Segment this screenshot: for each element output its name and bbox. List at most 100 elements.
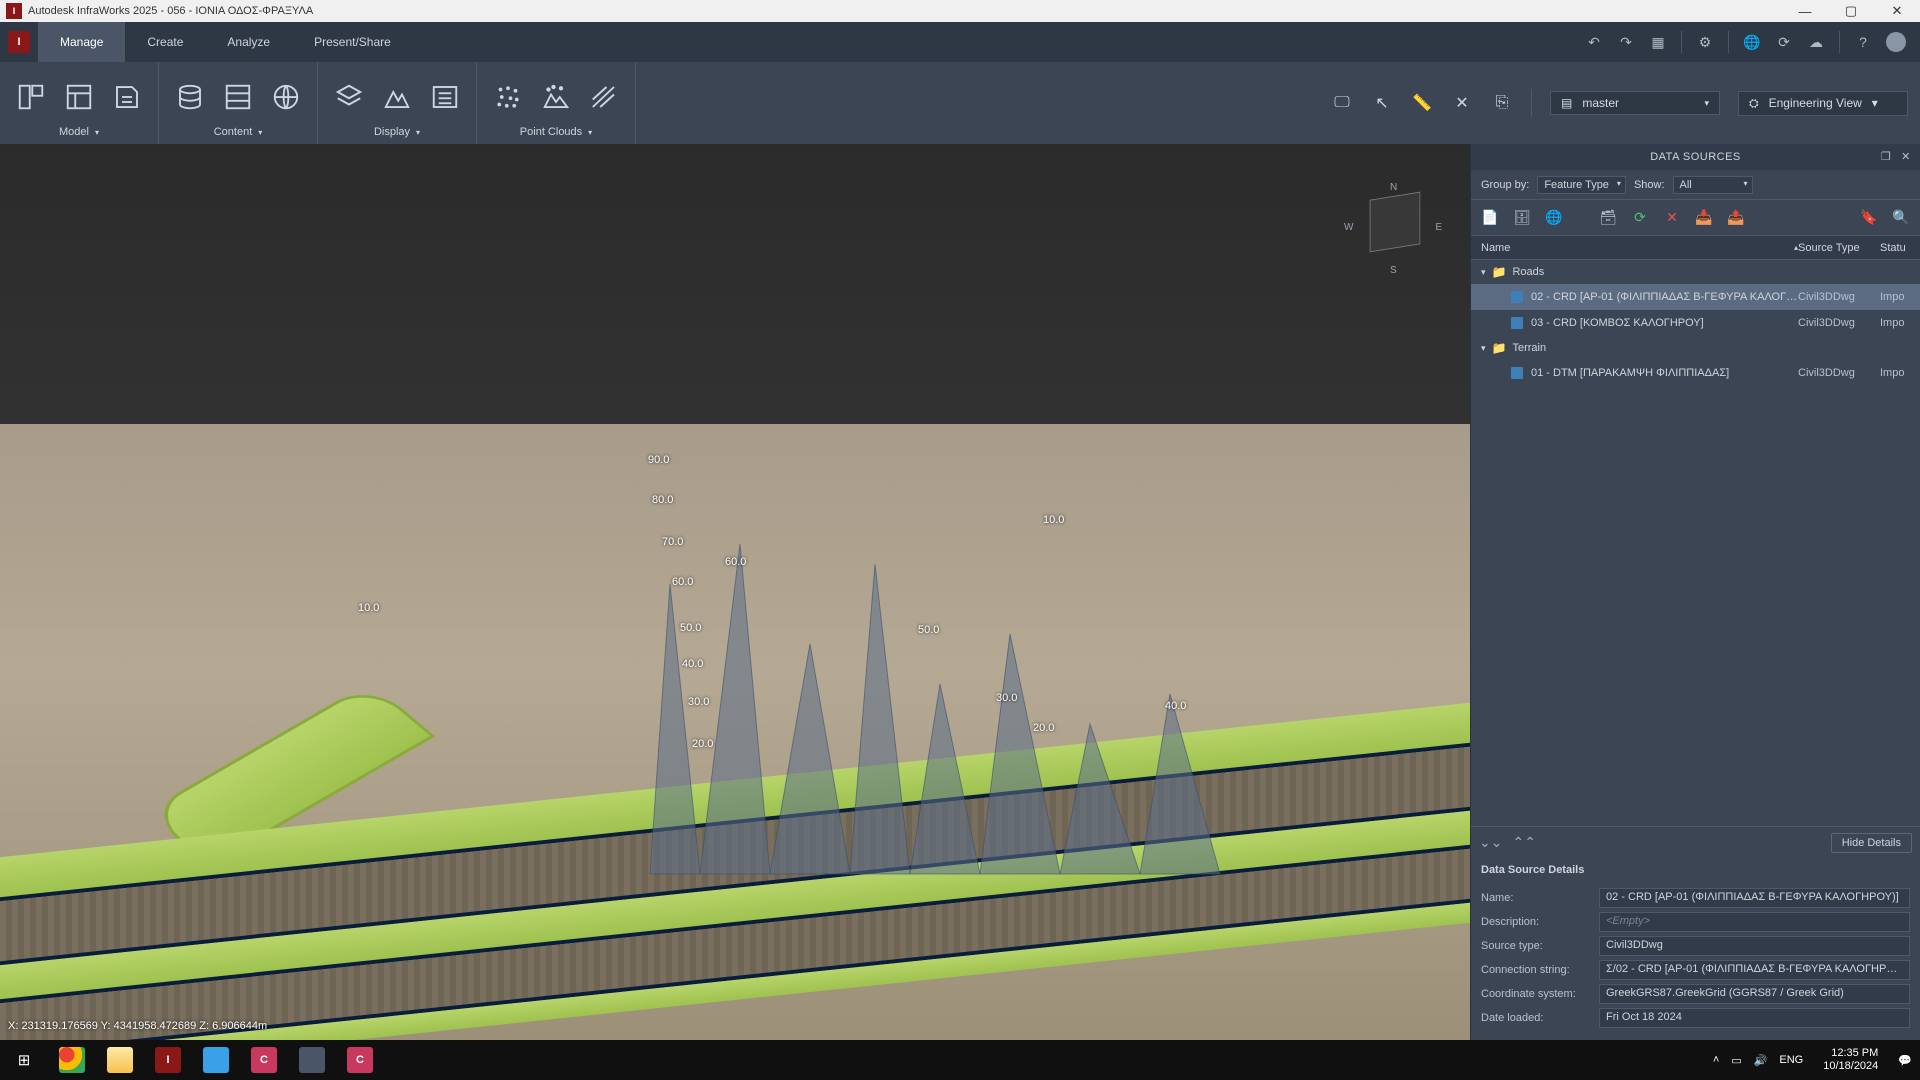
tab-create[interactable]: Create [125, 22, 205, 62]
model-builder-icon[interactable] [269, 80, 303, 114]
tray-network-icon[interactable]: ▭ [1731, 1054, 1741, 1067]
zoom-to-icon[interactable]: 🔍 [1890, 207, 1912, 229]
undo-icon[interactable]: ↶ [1585, 33, 1603, 51]
contour-label: 60.0 [725, 556, 746, 568]
view-mode-dropdown[interactable]: ⛭ Engineering View ▾ [1738, 91, 1908, 116]
feature-themes-icon[interactable] [221, 80, 255, 114]
ribbon-label-model[interactable]: Model▾ [59, 126, 99, 140]
display-mode-icon[interactable]: 🖵 [1331, 92, 1353, 114]
separator [1839, 31, 1840, 53]
window-titlebar: I Autodesk InfraWorks 2025 - 056 - ΙΟΝΙΑ… [0, 0, 1920, 22]
detail-name-value[interactable]: 02 - CRD [AP-01 (ΦΙΛΙΠΠΙΑΔΑΣ Β-ΓΕΦΥΡΑ ΚΑ… [1599, 888, 1910, 908]
add-database-icon[interactable]: 🗄 [1511, 207, 1533, 229]
view-cube[interactable]: N S E W [1350, 184, 1440, 274]
bookmarks-icon[interactable]: ⎘ [1491, 92, 1513, 114]
panel-maximize-button[interactable]: ❐ [1878, 148, 1894, 164]
window-maximize-button[interactable]: ▢ [1828, 0, 1874, 22]
row-status: Impo [1880, 291, 1920, 303]
detail-description-value[interactable]: <Empty> [1599, 912, 1910, 932]
hide-details-button[interactable]: Hide Details [1831, 833, 1912, 853]
tray-date: 10/18/2024 [1823, 1060, 1878, 1073]
data-sources-icon[interactable] [173, 80, 207, 114]
select-tool-icon[interactable]: ↖ [1371, 92, 1393, 114]
taskbar-infraworks[interactable]: I [144, 1040, 192, 1080]
cloud-icon[interactable]: ☁ [1807, 33, 1825, 51]
grid-icon[interactable]: ▦ [1649, 33, 1667, 51]
model-explorer-icon[interactable] [62, 80, 96, 114]
panel-filters: Group by: Feature Type Show: All [1471, 170, 1920, 200]
tree-row-02-crd[interactable]: 02 - CRD [AP-01 (ΦΙΛΙΠΠΙΑΔΑΣ Β-ΓΕΦΥΡΑ ΚΑ… [1471, 284, 1920, 310]
compass-w: W [1344, 222, 1353, 233]
tab-present-share[interactable]: Present/Share [292, 22, 413, 62]
panel-close-button[interactable]: ✕ [1898, 148, 1914, 164]
compass-s: S [1390, 265, 1397, 276]
legend-icon[interactable] [428, 80, 462, 114]
refresh-icon[interactable]: ⟳ [1629, 207, 1651, 229]
taskbar-notepad[interactable] [192, 1040, 240, 1080]
taskbar-calculator[interactable] [288, 1040, 336, 1080]
terrain-themes-icon[interactable] [380, 80, 414, 114]
tree-row-03-crd[interactable]: 03 - CRD [ΚΟΜΒΟΣ ΚΑΛΟΓΗΡΟΥ] Civil3DDwg I… [1471, 310, 1920, 336]
contour-label: 30.0 [688, 696, 709, 708]
tree-group-roads[interactable]: ▾📁Roads [1471, 260, 1920, 284]
tray-notifications-icon[interactable]: 💬 [1898, 1054, 1912, 1067]
contour-label: 20.0 [1033, 722, 1054, 734]
scripts-icon[interactable] [110, 80, 144, 114]
tab-manage[interactable]: Manage [38, 22, 125, 62]
taskbar-civil3d-2[interactable]: C [336, 1040, 384, 1080]
model-properties-icon[interactable] [14, 80, 48, 114]
pc-linear-icon[interactable] [587, 80, 621, 114]
tray-clock[interactable]: 12:35 PM 10/18/2024 [1815, 1047, 1886, 1073]
pc-manage-icon[interactable] [491, 80, 525, 114]
configure-icon[interactable]: 🗃 [1597, 207, 1619, 229]
help-icon[interactable]: ? [1854, 33, 1872, 51]
measure-icon[interactable]: 📏 [1411, 92, 1433, 114]
pc-terrain-icon[interactable] [539, 80, 573, 114]
col-status[interactable]: Statu [1880, 242, 1920, 254]
tree-row-01-dtm[interactable]: 01 - DTM [ΠΑΡΑΚΑΜΨΗ ΦΙΛΙΠΠΙΑΔΑΣ] Civil3D… [1471, 360, 1920, 386]
col-name[interactable]: Name [1481, 242, 1510, 254]
contour-label: 40.0 [1165, 700, 1186, 712]
tab-analyze[interactable]: Analyze [205, 22, 292, 62]
taskbar-chrome[interactable] [48, 1040, 96, 1080]
detail-key: Date loaded: [1481, 1012, 1591, 1024]
add-file-icon[interactable]: 📄 [1479, 207, 1501, 229]
start-button[interactable]: ⊞ [0, 1040, 48, 1080]
col-source-type[interactable]: Source Type [1798, 242, 1880, 254]
remove-icon[interactable]: ✕ [1661, 207, 1683, 229]
ribbon-label-pointclouds[interactable]: Point Clouds▾ [520, 126, 592, 140]
viewport-3d[interactable]: 90.0 80.0 70.0 60.0 60.0 50.0 50.0 40.0 … [0, 144, 1470, 1040]
import-icon[interactable]: 📥 [1693, 207, 1715, 229]
tools-icon[interactable]: ✕ [1451, 92, 1473, 114]
tray-expand-icon[interactable]: ˄ [1713, 1054, 1719, 1066]
expand-down-icon[interactable]: ⌄⌄ [1479, 834, 1502, 851]
user-avatar[interactable] [1886, 32, 1906, 52]
redo-icon[interactable]: ↷ [1617, 33, 1635, 51]
ribbon: Model▾ Content▾ Display▾ Point Clouds▾ 🖵… [0, 62, 1920, 144]
ribbon-label-display[interactable]: Display▾ [374, 126, 420, 140]
groupby-dropdown[interactable]: Feature Type [1537, 176, 1626, 194]
detail-sourcetype-value: Civil3DDwg [1599, 936, 1910, 956]
taskbar-civil3d-1[interactable]: C [240, 1040, 288, 1080]
export-icon[interactable]: 📤 [1725, 207, 1747, 229]
add-web-icon[interactable]: 🌐 [1543, 207, 1565, 229]
window-minimize-button[interactable]: — [1782, 0, 1828, 22]
tray-language[interactable]: ENG [1779, 1054, 1803, 1066]
ribbon-label-content[interactable]: Content▾ [214, 126, 263, 140]
collapse-up-icon[interactable]: ⌃⌃ [1512, 834, 1535, 851]
show-dropdown[interactable]: All [1673, 176, 1753, 194]
globe-icon[interactable]: 🌐 [1743, 33, 1761, 51]
tray-volume-icon[interactable]: 🔊 [1754, 1054, 1768, 1067]
data-sources-tree: ▾📁Roads 02 - CRD [AP-01 (ΦΙΛΙΠΠΙΑΔΑΣ Β-Γ… [1471, 260, 1920, 826]
tree-group-terrain[interactable]: ▾📁Terrain [1471, 336, 1920, 360]
contour-label: 10.0 [358, 602, 379, 614]
settings-icon[interactable]: ⚙ [1696, 33, 1714, 51]
app-menu-button[interactable]: I [0, 22, 38, 62]
window-close-button[interactable]: ✕ [1874, 0, 1920, 22]
taskbar-explorer[interactable] [96, 1040, 144, 1080]
proposal-dropdown[interactable]: ▤ master ▾ [1550, 91, 1720, 115]
select-features-icon[interactable]: 🔖 [1858, 207, 1880, 229]
sync-icon[interactable]: ⟳ [1775, 33, 1793, 51]
surface-layers-icon[interactable] [332, 80, 366, 114]
row-name: 03 - CRD [ΚΟΜΒΟΣ ΚΑΛΟΓΗΡΟΥ] [1531, 317, 1798, 329]
